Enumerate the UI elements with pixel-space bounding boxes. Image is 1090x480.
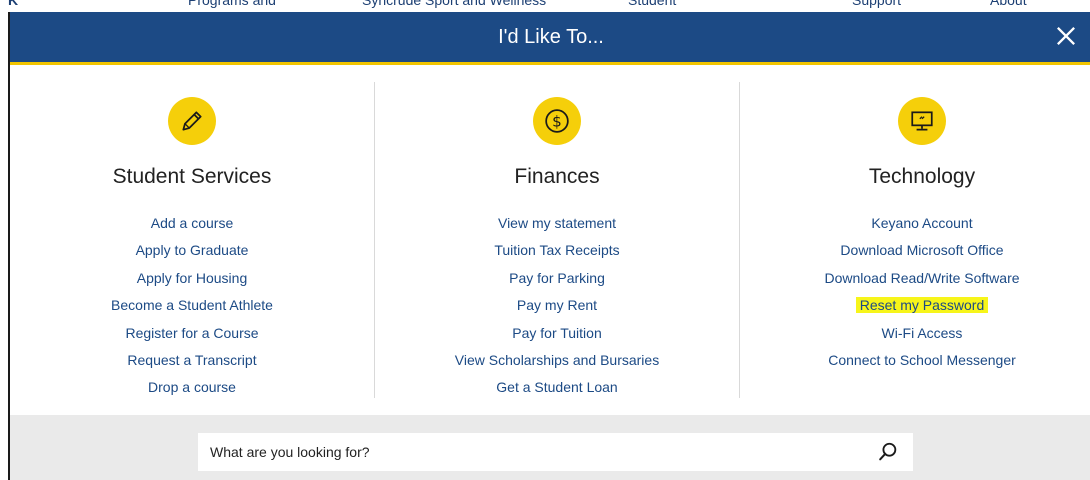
link-become-student-athlete[interactable]: Become a Student Athlete bbox=[10, 293, 374, 320]
link-download-microsoft-office[interactable]: Download Microsoft Office bbox=[740, 238, 1090, 265]
column-title: Student Services bbox=[112, 165, 272, 188]
link-drop-a-course[interactable]: Drop a course bbox=[10, 375, 374, 402]
svg-text:$: $ bbox=[552, 112, 562, 130]
dollar-icon: $ bbox=[533, 97, 581, 145]
link-tuition-tax-receipts[interactable]: Tuition Tax Receipts bbox=[375, 238, 739, 265]
link-pay-my-rent[interactable]: Pay my Rent bbox=[375, 293, 739, 320]
link-pay-for-parking[interactable]: Pay for Parking bbox=[375, 266, 739, 293]
link-reset-my-password[interactable]: Reset my Password bbox=[740, 293, 1090, 320]
pencil-icon bbox=[168, 97, 216, 145]
link-get-student-loan[interactable]: Get a Student Loan bbox=[375, 375, 739, 402]
background-logo: K bbox=[8, 0, 20, 8]
search-box bbox=[198, 433, 913, 471]
background-nav-item: Support bbox=[852, 0, 902, 8]
modal-title: I'd Like To... bbox=[498, 26, 604, 48]
link-apply-for-housing[interactable]: Apply for Housing bbox=[10, 266, 374, 293]
computer-icon bbox=[898, 97, 946, 145]
link-list: Keyano Account Download Microsoft Office… bbox=[740, 211, 1090, 375]
link-wifi-access[interactable]: Wi-Fi Access bbox=[740, 321, 1090, 348]
quick-links-columns: Student Services Add a course Apply to G… bbox=[10, 82, 1090, 412]
column-title: Technology bbox=[868, 165, 976, 188]
link-view-scholarships-bursaries[interactable]: View Scholarships and Bursaries bbox=[375, 348, 739, 375]
search-input[interactable] bbox=[198, 433, 882, 471]
id-like-to-modal: I'd Like To... Student Services Add a co… bbox=[8, 12, 1090, 480]
link-keyano-account[interactable]: Keyano Account bbox=[740, 211, 1090, 238]
search-bar bbox=[10, 415, 1090, 480]
column-finances: $ Finances View my statement Tuition Tax… bbox=[374, 82, 739, 398]
search-icon[interactable] bbox=[877, 441, 899, 463]
close-button[interactable] bbox=[1052, 22, 1080, 50]
link-download-read-write[interactable]: Download Read/Write Software bbox=[740, 266, 1090, 293]
link-request-transcript[interactable]: Request a Transcript bbox=[10, 348, 374, 375]
link-view-my-statement[interactable]: View my statement bbox=[375, 211, 739, 238]
background-nav-item: Programs and bbox=[188, 0, 276, 8]
link-list: View my statement Tuition Tax Receipts P… bbox=[375, 211, 739, 403]
column-student-services: Student Services Add a course Apply to G… bbox=[10, 82, 374, 412]
background-nav-item: Syncrude Sport and Wellness bbox=[362, 0, 547, 8]
link-connect-school-messenger[interactable]: Connect to School Messenger bbox=[740, 348, 1090, 375]
link-apply-to-graduate[interactable]: Apply to Graduate bbox=[10, 238, 374, 265]
link-list: Add a course Apply to Graduate Apply for… bbox=[10, 211, 374, 403]
background-site-nav: K Programs and Syncrude Sport and Wellne… bbox=[0, 0, 1090, 12]
modal-header: I'd Like To... bbox=[10, 12, 1090, 65]
link-register-for-course[interactable]: Register for a Course bbox=[10, 321, 374, 348]
background-nav-item: Student bbox=[628, 0, 677, 8]
column-title: Finances bbox=[514, 165, 600, 188]
background-nav-item: About bbox=[990, 0, 1027, 8]
column-technology: Technology Keyano Account Download Micro… bbox=[739, 82, 1090, 398]
highlighted-link-text: Reset my Password bbox=[855, 297, 989, 314]
link-pay-for-tuition[interactable]: Pay for Tuition bbox=[375, 321, 739, 348]
close-icon bbox=[1057, 27, 1075, 45]
link-add-a-course[interactable]: Add a course bbox=[10, 211, 374, 238]
